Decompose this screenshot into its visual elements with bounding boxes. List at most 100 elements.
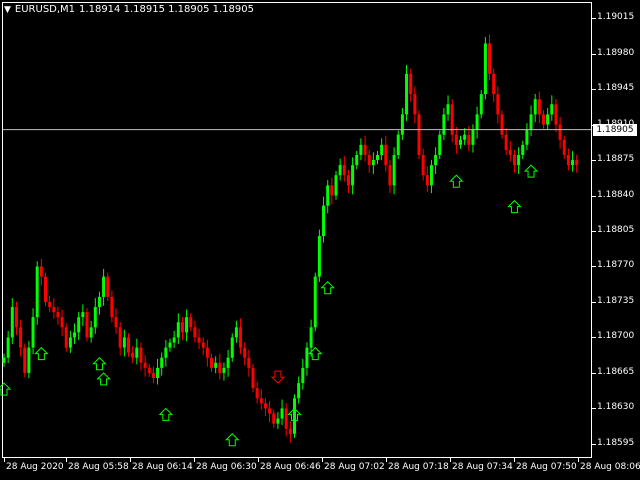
candle-body <box>512 154 516 166</box>
bull-candle <box>185 309 189 342</box>
candle-body <box>19 327 23 348</box>
bear-candle <box>454 126 458 154</box>
bull-candle <box>164 339 168 367</box>
candle-body <box>384 144 388 166</box>
bear-candle <box>210 353 213 372</box>
candle-body <box>421 154 425 176</box>
bear-candle <box>496 86 500 124</box>
candle-body <box>558 124 562 140</box>
bear-candle <box>201 337 205 356</box>
candle-body <box>334 175 338 196</box>
candle-body <box>118 327 122 348</box>
time-tick-label: 28 Aug 2020 <box>6 462 64 472</box>
bull-candle <box>122 329 126 357</box>
candle-body <box>322 205 326 237</box>
candle-body <box>376 154 379 161</box>
bull-candle <box>334 171 338 200</box>
candle-body <box>56 312 60 318</box>
bear-candle <box>197 328 201 350</box>
candle-body <box>147 367 151 373</box>
bull-candle <box>31 308 35 355</box>
candle-body <box>127 337 130 353</box>
candle-body <box>309 327 313 348</box>
bull-candle <box>392 147 396 195</box>
candle-body <box>542 114 545 125</box>
bull-candle <box>521 140 525 160</box>
bear-candle <box>288 420 292 443</box>
bull-candle <box>546 107 550 130</box>
bull-candle <box>396 130 400 160</box>
bear-candle <box>363 135 367 162</box>
bear-candle <box>537 91 541 124</box>
bull-candle <box>313 272 317 332</box>
candle-body <box>396 134 400 155</box>
candle-body <box>226 357 230 368</box>
bear-candle <box>512 149 516 173</box>
buy-arrow-icon <box>507 199 522 214</box>
candle-body <box>64 327 68 348</box>
bear-candle <box>118 322 122 356</box>
chart-header: ▼ EURUSD,M1 1.18914 1.18915 1.18905 1.18… <box>4 4 254 15</box>
candle-body <box>405 73 409 115</box>
bull-candle <box>463 128 467 146</box>
bear-candle <box>131 346 135 363</box>
bear-candle <box>558 116 562 149</box>
bull-candle <box>89 320 93 343</box>
time-tick-label: 28 Aug 07:02 <box>324 462 385 472</box>
bull-candle <box>371 152 375 175</box>
candle-body <box>338 165 342 176</box>
candle-body <box>575 160 579 166</box>
candle-body <box>392 154 396 186</box>
bull-candle <box>97 291 101 315</box>
candle-body <box>537 99 541 115</box>
bull-candle <box>6 330 10 363</box>
candle-body <box>284 408 288 429</box>
bull-candle <box>168 338 172 352</box>
candle-body <box>85 312 89 338</box>
candle-body <box>139 347 143 363</box>
time-tick-label: 28 Aug 07:34 <box>452 462 513 472</box>
candle-body <box>367 154 371 166</box>
candle-body <box>438 134 442 155</box>
buy-arrow-icon <box>92 357 107 371</box>
time-axis[interactable]: 28 Aug 2020 28 Aug 05:58 28 Aug 06:14 28 Au… <box>0 458 640 480</box>
candle-body <box>400 114 404 135</box>
candle-body <box>247 357 251 368</box>
bull-candle <box>68 330 72 353</box>
candle-body <box>263 403 267 409</box>
candle-body <box>102 276 106 297</box>
time-tick-label: 28 Aug 06:46 <box>260 462 321 472</box>
bull-candle <box>102 268 106 306</box>
candle-body <box>214 362 218 368</box>
bull-candle <box>160 352 164 376</box>
candle-body <box>293 398 296 434</box>
candle-body <box>463 134 467 140</box>
bear-candle <box>342 156 346 182</box>
bear-candle <box>151 366 155 384</box>
candle-body <box>450 104 454 135</box>
bull-candle <box>226 350 230 377</box>
candle-body <box>81 312 85 318</box>
collapse-arrow-icon[interactable]: ▼ <box>4 5 11 15</box>
bear-candle <box>554 99 558 133</box>
bear-candle <box>450 99 454 143</box>
bull-candle <box>73 323 77 344</box>
bear-candle <box>127 333 130 357</box>
bull-candle <box>317 229 321 282</box>
candle-body <box>205 347 209 358</box>
bear-candle <box>388 159 392 194</box>
buy-arrow-icon <box>225 433 240 447</box>
bull-candle <box>479 90 483 119</box>
candle-body <box>23 347 27 373</box>
bear-candle <box>263 398 267 417</box>
price-axis[interactable]: 1.190151.189801.189451.189101.188751.188… <box>592 0 640 460</box>
bear-candle <box>85 308 89 342</box>
candle-body <box>359 144 363 155</box>
candle-body <box>6 337 10 358</box>
price-tick-label: 1.18875 <box>597 154 635 165</box>
candle-body <box>44 276 47 302</box>
candle-body <box>89 327 93 338</box>
candlestick-plot[interactable] <box>0 0 592 460</box>
bull-candle <box>156 358 160 385</box>
bull-candle <box>517 147 521 175</box>
